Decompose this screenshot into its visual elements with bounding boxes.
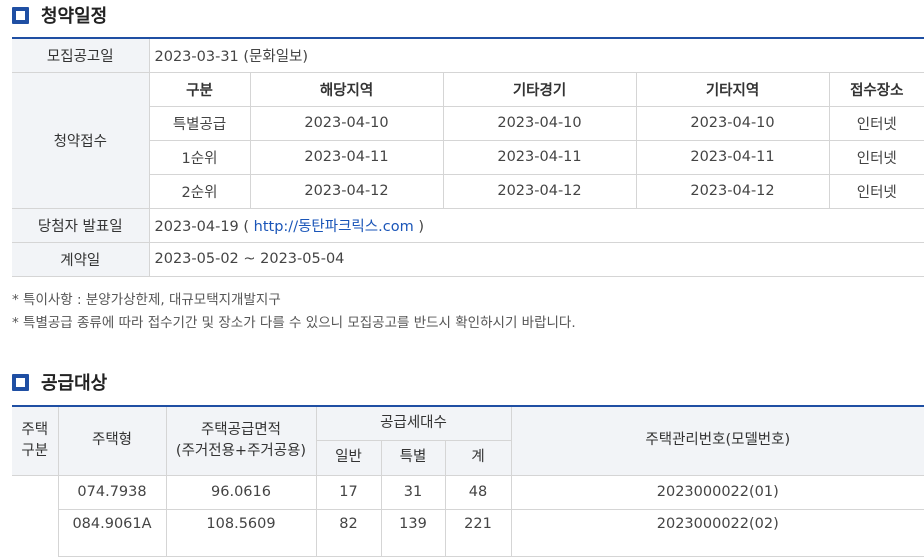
contract-row: 계약일 2023-05-02 ~ 2023-05-04 bbox=[12, 241, 924, 277]
contract-label: 계약일 bbox=[12, 241, 150, 277]
supply-special: 31 bbox=[380, 474, 446, 510]
supply-header-area: 주택공급면적 (주거전용+주거공용) bbox=[165, 405, 317, 476]
supply-table: 주택구분 주택형 주택공급면적 (주거전용+주거공용) 공급세대수 주택관리번호(… bbox=[12, 405, 924, 557]
reception-cell: 2023-04-12 bbox=[249, 173, 444, 209]
reception-cell: 2023-04-10 bbox=[442, 105, 637, 141]
winner-row: 당첨자 발표일 2023-04-19 ( http://동탄파크릭스.com ) bbox=[12, 207, 924, 243]
reception-cell: 2023-04-11 bbox=[635, 139, 830, 175]
supply-header-units: 공급세대수 bbox=[315, 405, 512, 441]
winner-value: 2023-04-19 ( http://동탄파크릭스.com ) bbox=[148, 207, 924, 243]
reception-cell: 2023-04-12 bbox=[635, 173, 830, 209]
reception-header-place: 접수장소 bbox=[828, 71, 924, 107]
supply-mgmt: 2023000022(02) bbox=[510, 508, 924, 557]
supply-total: 221 bbox=[444, 508, 512, 557]
reception-cell: 인터넷 bbox=[828, 173, 924, 209]
reception-row: 특별공급 2023-04-10 2023-04-10 2023-04-10 인터… bbox=[12, 105, 924, 141]
note-special: * 특이사항 : 분양가상한제, 대규모택지개발지구 bbox=[12, 292, 281, 308]
reception-cell: 2023-04-10 bbox=[249, 105, 444, 141]
supply-type: 084.9061A bbox=[58, 508, 167, 557]
section-bullet-icon bbox=[12, 373, 29, 391]
supply-row: 084.9061A 108.5609 82 139 221 2023000022… bbox=[12, 508, 924, 557]
schedule-section-title: 청약일정 bbox=[12, 2, 107, 28]
section-bullet-icon bbox=[12, 6, 29, 24]
supply-group-cell bbox=[12, 474, 59, 556]
supply-header-type: 주택형 bbox=[57, 405, 167, 476]
header-text: 구분 bbox=[21, 442, 49, 459]
supply-general: 17 bbox=[315, 474, 382, 510]
reception-header-other: 기타지역 bbox=[635, 71, 830, 107]
supply-area: 96.0616 bbox=[165, 474, 317, 510]
reception-header-row: 청약접수 구분 해당지역 기타경기 기타지역 접수장소 bbox=[12, 71, 924, 209]
reception-header-local: 해당지역 bbox=[249, 71, 444, 107]
supply-header-mgmt: 주택관리번호(모델번호) bbox=[510, 405, 924, 476]
reception-cell: 인터넷 bbox=[828, 105, 924, 141]
reception-cell: 인터넷 bbox=[828, 139, 924, 175]
contract-value: 2023-05-02 ~ 2023-05-04 bbox=[148, 241, 924, 277]
supply-special: 139 bbox=[380, 508, 446, 557]
winner-close: ) bbox=[418, 218, 424, 235]
reception-header-category: 구분 bbox=[148, 71, 251, 107]
winner-date: 2023-04-19 ( bbox=[154, 218, 250, 235]
supply-area: 108.5609 bbox=[165, 508, 317, 557]
supply-mgmt: 2023000022(01) bbox=[510, 474, 924, 510]
announcement-row: 모집공고일 2023-03-31 (문화일보) bbox=[12, 37, 924, 73]
supply-title: 공급대상 bbox=[41, 373, 108, 394]
winner-link[interactable]: http://동탄파크릭스.com bbox=[254, 219, 414, 235]
reception-header-gyeonggi: 기타경기 bbox=[442, 71, 637, 107]
schedule-notes: * 특이사항 : 분양가상한제, 대규모택지개발지구 * 특별공급 종류에 따라… bbox=[12, 289, 576, 335]
reception-cell: 2023-04-12 bbox=[442, 173, 637, 209]
reception-cell: 2023-04-10 bbox=[635, 105, 830, 141]
supply-row: 074.7938 96.0616 17 31 48 2023000022(01) bbox=[12, 474, 924, 556]
header-text: 주택공급면적 bbox=[200, 421, 282, 438]
reception-row: 2순위 2023-04-12 2023-04-12 2023-04-12 인터넷 bbox=[12, 173, 924, 209]
reception-cell: 특별공급 bbox=[149, 105, 251, 141]
header-text: (주거전용+주거공용) bbox=[175, 442, 307, 459]
supply-section-title: 공급대상 bbox=[12, 369, 107, 395]
announcement-label: 모집공고일 bbox=[12, 37, 150, 73]
supply-header-row: 주택구분 주택형 주택공급면적 (주거전용+주거공용) 공급세대수 주택관리번호(… bbox=[12, 405, 924, 476]
supply-header-general: 일반 bbox=[316, 439, 382, 476]
supply-header-total: 계 bbox=[444, 439, 512, 476]
reception-cell: 1순위 bbox=[149, 139, 251, 175]
header-text: 주택 bbox=[21, 421, 49, 438]
note-warning: * 특별공급 종류에 따라 접수기간 및 장소가 다를 수 있으니 모집공고를 … bbox=[12, 315, 576, 331]
reception-cell: 2순위 bbox=[149, 173, 251, 209]
reception-cell: 2023-04-11 bbox=[249, 139, 444, 175]
supply-type: 074.7938 bbox=[57, 474, 167, 510]
supply-general: 82 bbox=[315, 508, 382, 557]
reception-row: 1순위 2023-04-11 2023-04-11 2023-04-11 인터넷 bbox=[12, 139, 924, 175]
winner-label: 당첨자 발표일 bbox=[12, 207, 150, 243]
schedule-title: 청약일정 bbox=[41, 6, 108, 27]
announcement-value: 2023-03-31 (문화일보) bbox=[148, 37, 924, 73]
reception-label: 청약접수 bbox=[12, 71, 150, 209]
schedule-table: 모집공고일 2023-03-31 (문화일보) 청약접수 구분 해당지역 기타경… bbox=[12, 37, 924, 277]
supply-total: 48 bbox=[444, 474, 512, 510]
reception-cell: 2023-04-11 bbox=[442, 139, 637, 175]
supply-header-special: 특별 bbox=[380, 439, 446, 476]
supply-header-group: 주택구분 bbox=[12, 405, 59, 476]
